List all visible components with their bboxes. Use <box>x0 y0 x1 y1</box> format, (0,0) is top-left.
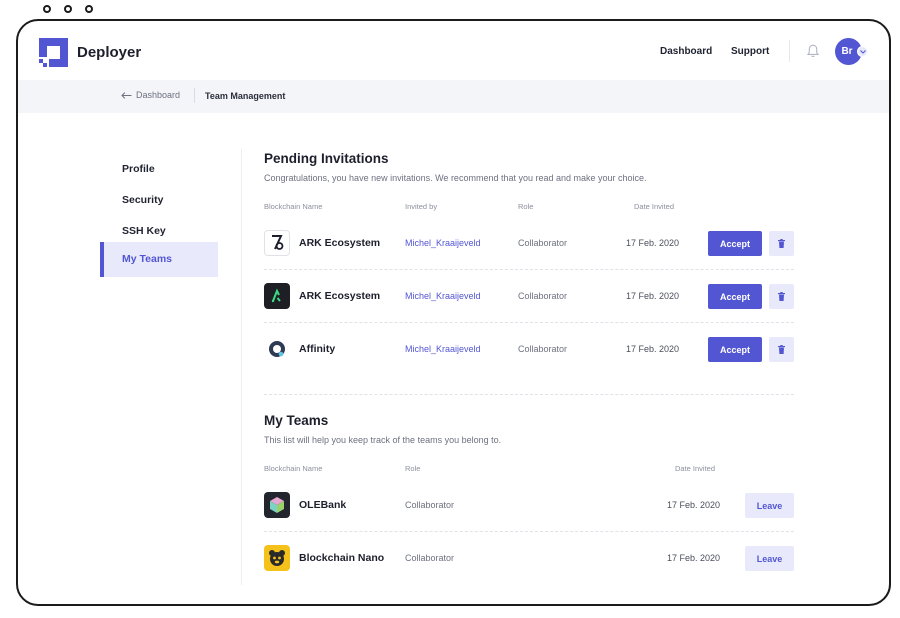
bell-icon[interactable] <box>807 44 819 58</box>
column-header-role: Role <box>518 202 534 211</box>
nav-support-link[interactable]: Support <box>731 46 769 57</box>
column-header-invited-by: Invited by <box>405 202 438 211</box>
olebank-icon <box>264 492 290 518</box>
invited-by-link[interactable]: Michel_Kraaijeveld <box>405 291 481 301</box>
role-text: Collaborator <box>518 344 568 354</box>
pending-invitations-subtitle: Congratulations, you have new invitation… <box>264 173 647 183</box>
blockchain-name: ARK Ecosystem <box>299 290 381 302</box>
table-row: Affinity Michel_Kraaijeveld Collaborator… <box>264 323 794 376</box>
role-text: Collaborator <box>518 238 568 248</box>
date-invited: 17 Feb. 2020 <box>626 238 680 248</box>
role-text: Collaborator <box>405 553 455 563</box>
column-header-date: Date Invited <box>675 464 716 473</box>
ark-dark-icon <box>264 283 290 309</box>
breadcrumb-current: Team Management <box>205 91 286 101</box>
my-teams-title: My Teams <box>264 413 329 428</box>
affinity-icon <box>264 336 290 362</box>
window-dot <box>43 5 51 13</box>
sidebar-item-my-teams[interactable]: My Teams <box>100 242 218 277</box>
header-divider <box>789 40 790 62</box>
avatar-chevron-down-icon[interactable] <box>857 46 868 57</box>
date-invited: 17 Feb. 2020 <box>626 344 680 354</box>
trash-icon <box>778 292 785 301</box>
blockchain-name: Affinity <box>299 343 336 355</box>
nav-dashboard-link[interactable]: Dashboard <box>660 46 712 57</box>
accept-button[interactable]: Accept <box>708 284 762 309</box>
sidebar-item-security[interactable]: Security <box>100 184 218 216</box>
column-header-name: Blockchain Name <box>264 464 323 473</box>
table-row: OLEBank Collaborator 17 Feb. 2020 Leave <box>264 479 794 532</box>
pending-invitations-title: Pending Invitations <box>264 151 389 166</box>
date-invited: 17 Feb. 2020 <box>667 500 721 510</box>
invited-by-link[interactable]: Michel_Kraaijeveld <box>405 238 481 248</box>
column-header-role: Role <box>405 464 421 473</box>
table-row: ARK Ecosystem Michel_Kraaijeveld Collabo… <box>264 270 794 323</box>
leave-team-button[interactable]: Leave <box>745 546 794 571</box>
invited-by-link[interactable]: Michel_Kraaijeveld <box>405 344 481 354</box>
breadcrumb-separator <box>194 88 195 103</box>
brand-name: Deployer <box>77 44 142 61</box>
window-dot <box>64 5 72 13</box>
column-header-name: Blockchain Name <box>264 202 323 211</box>
accept-button[interactable]: Accept <box>708 231 762 256</box>
table-row: ARK Ecosystem Michel_Kraaijeveld Collabo… <box>264 217 794 270</box>
browser-frame: Deployer Dashboard Support Br Dashboard … <box>16 19 891 606</box>
sidebar-item-profile[interactable]: Profile <box>100 153 218 185</box>
trash-icon <box>778 345 785 354</box>
section-divider <box>264 394 794 395</box>
trash-icon <box>778 239 785 248</box>
window-controls <box>43 5 93 13</box>
my-teams-subtitle: This list will help you keep track of th… <box>264 435 502 445</box>
team-name: OLEBank <box>299 499 347 511</box>
breadcrumb-back-link[interactable]: Dashboard <box>121 90 180 100</box>
sidebar-divider <box>241 149 242 585</box>
accept-button[interactable]: Accept <box>708 337 762 362</box>
breadcrumb: Dashboard Team Management <box>18 80 889 113</box>
ark-seven-icon <box>264 230 290 256</box>
deployer-logo-icon <box>39 38 68 67</box>
window-dot <box>85 5 93 13</box>
delete-invitation-button[interactable] <box>769 284 794 309</box>
delete-invitation-button[interactable] <box>769 337 794 362</box>
blockchain-name: ARK Ecosystem <box>299 237 381 249</box>
delete-invitation-button[interactable] <box>769 231 794 256</box>
role-text: Collaborator <box>405 500 455 510</box>
top-header: Deployer Dashboard Support Br <box>18 21 889 81</box>
date-invited: 17 Feb. 2020 <box>626 291 680 301</box>
leave-team-button[interactable]: Leave <box>745 493 794 518</box>
arrow-left-icon <box>121 91 132 99</box>
table-row: Blockchain Nano Collaborator 17 Feb. 202… <box>264 532 794 585</box>
nano-bear-icon <box>264 545 290 571</box>
column-header-date: Date Invited <box>634 202 675 211</box>
date-invited: 17 Feb. 2020 <box>667 553 721 563</box>
team-name: Blockchain Nano <box>299 552 385 564</box>
role-text: Collaborator <box>518 291 568 301</box>
breadcrumb-back-label: Dashboard <box>136 90 181 100</box>
